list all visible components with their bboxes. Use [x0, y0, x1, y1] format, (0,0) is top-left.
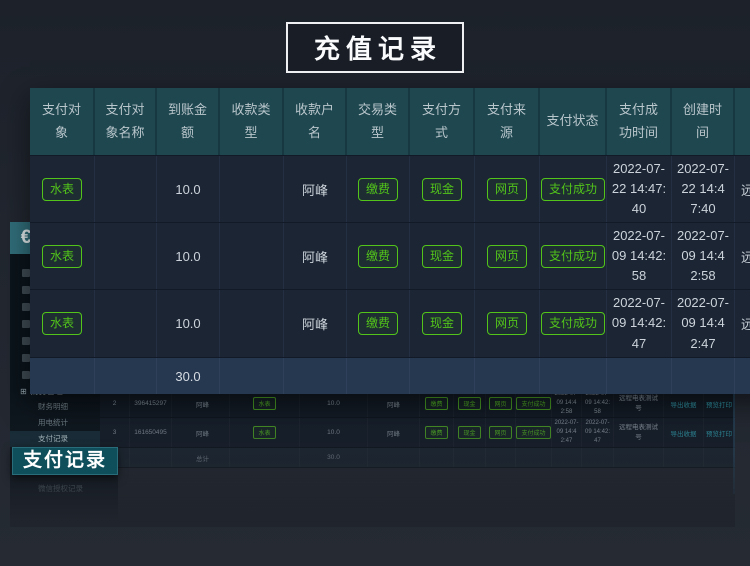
export-receipt-link[interactable]: 导出收据 [671, 428, 697, 438]
success-time: 2022-07-09 14:42:47 [552, 419, 581, 446]
receive-type-cell [220, 290, 284, 357]
preview-print-link[interactable]: 预览打印 [706, 428, 732, 438]
device-name: 远程电表测试号 [614, 394, 663, 412]
table-header-row: 支付对象 支付对象名称 到账金额 收款类型 收款户名 交易类型 支付方式 支付来… [30, 88, 750, 155]
table-row: 水表 10.0 阿峰 缴费 现金 网页 支付成功 2022-07-09 14:4… [30, 222, 750, 289]
success-time-cell: 2022-07-22 14:47:40 [607, 156, 672, 222]
meter-type-cell: 水表 [230, 390, 300, 417]
col-header-receive-type: 收款类型 [220, 88, 284, 155]
preview-print-link[interactable]: 预览打印 [706, 399, 732, 409]
total-label: 总计 [172, 448, 230, 467]
trade-type-tag: 缴费 [425, 397, 447, 410]
pay-status-tag: 支付成功 [541, 178, 605, 201]
pay-source-tag: 网页 [487, 245, 527, 268]
pay-status-tag: 支付成功 [541, 245, 605, 268]
col-header-pay-method: 支付方式 [410, 88, 475, 155]
page-title: 充值记录 [286, 22, 464, 73]
meter-type-tag: 水表 [253, 397, 275, 410]
device-name-cell: 远程电表测试号 [735, 223, 750, 289]
amount-cell: 10.0 [300, 390, 368, 417]
order-number: 161650495 [130, 418, 172, 447]
pay-method-tag: 现金 [422, 245, 462, 268]
background-table: 2 396415297 阿峰 水表 10.0 阿峰 缴费 现金 网页 支付成功 … [100, 390, 735, 468]
pay-status-tag: 支付成功 [516, 397, 550, 410]
table-row: 2 396415297 阿峰 水表 10.0 阿峰 缴费 现金 网页 支付成功 … [100, 390, 735, 418]
amount-cell: 10.0 [157, 156, 220, 222]
pay-method-tag: 现金 [422, 178, 462, 201]
receive-account-cell: 阿峰 [284, 290, 347, 357]
pay-object-tag: 水表 [42, 245, 82, 268]
pay-object-name-cell [95, 290, 157, 357]
payment-records-callout[interactable]: 支付记录 [12, 447, 118, 475]
recharge-records-table: 支付对象 支付对象名称 到账金额 收款类型 收款户名 交易类型 支付方式 支付来… [30, 88, 750, 394]
pay-object-tag: 水表 [42, 312, 82, 335]
receive-account-cell: 阿峰 [284, 223, 347, 289]
create-time-cell: 2022-07-22 14:47:40 [672, 156, 735, 222]
trade-type-tag: 缴费 [358, 178, 398, 201]
col-header-pay-object: 支付对象 [30, 88, 95, 155]
create-time: 2022-07-09 14:42:47 [582, 419, 613, 446]
payer-name: 阿峰 [172, 418, 230, 447]
pay-method-tag: 现金 [458, 426, 480, 439]
table-row: 水表 10.0 阿峰 缴费 现金 网页 支付成功 2022-07-09 14:4… [30, 289, 750, 357]
pay-object-tag: 水表 [42, 178, 82, 201]
pay-status-tag: 支付成功 [541, 312, 605, 335]
table-total-row: 总计 30.0 [100, 448, 735, 468]
finance-section-icon: ⊞ [20, 387, 27, 396]
success-time-cell: 2022-07-09 14:42:58 [607, 223, 672, 289]
pay-object-name-cell [95, 223, 157, 289]
account-name-cell: 阿峰 [368, 418, 420, 447]
col-header-trade-type: 交易类型 [347, 88, 410, 155]
account-name-cell: 阿峰 [368, 390, 420, 417]
page: 充值记录 € ⊞ 财务管理 ⌃ 财务明细 用电统计 支付记录 微信授权记录 [0, 0, 750, 566]
pay-source-tag: 网页 [487, 312, 527, 335]
create-time-cell: 2022-07-09 14:42:58 [672, 223, 735, 289]
pay-method-tag: 现金 [422, 312, 462, 335]
meter-type-tag: 水表 [253, 426, 275, 439]
receive-type-cell [220, 156, 284, 222]
col-header-pay-source: 支付来源 [475, 88, 540, 155]
table-row: 水表 10.0 阿峰 缴费 现金 网页 支付成功 2022-07-22 14:4… [30, 155, 750, 222]
amount-cell: 10.0 [157, 223, 220, 289]
col-header-create-time: 创建时间 [672, 88, 735, 155]
meter-type-cell: 水表 [230, 418, 300, 447]
pay-source-tag: 网页 [489, 397, 511, 410]
create-time-cell: 2022-07-09 14:42:47 [672, 290, 735, 357]
pay-method-tag: 现金 [458, 397, 480, 410]
col-header-amount: 到账金额 [157, 88, 220, 155]
amount-cell: 10.0 [300, 418, 368, 447]
trade-type-tag: 缴费 [358, 312, 398, 335]
pay-status-tag: 支付成功 [516, 426, 550, 439]
row-index: 2 [100, 390, 130, 417]
app-right-edge [733, 382, 735, 494]
device-name-cell: 远程电表测试号 [735, 290, 750, 357]
success-time-cell: 2022-07-09 14:42:47 [607, 290, 672, 357]
row-index: 3 [100, 418, 130, 447]
device-name: 远程电表测试号 [614, 423, 663, 441]
payer-name: 阿峰 [172, 390, 230, 417]
export-receipt-link[interactable]: 导出收据 [671, 399, 697, 409]
receive-type-cell [220, 223, 284, 289]
table-row: 3 161650495 阿峰 水表 10.0 阿峰 缴费 现金 网页 支付成功 … [100, 418, 735, 448]
pay-source-tag: 网页 [489, 426, 511, 439]
col-header-receive-account: 收款户名 [284, 88, 347, 155]
table-total-row: 30.0 [30, 357, 750, 394]
receive-account-cell: 阿峰 [284, 156, 347, 222]
trade-type-tag: 缴费 [425, 426, 447, 439]
col-header-pay-status: 支付状态 [540, 88, 607, 155]
trade-type-tag: 缴费 [358, 245, 398, 268]
pay-object-name-cell [95, 156, 157, 222]
sidebar-item-wechat-auth-records[interactable]: 微信授权记录 [10, 481, 118, 497]
total-amount: 30.0 [300, 448, 368, 467]
create-time: 2022-07-09 14:42:58 [582, 390, 613, 417]
order-number: 396415297 [130, 390, 172, 417]
col-header-success-time: 支付成功时间 [607, 88, 672, 155]
total-amount-cell: 30.0 [157, 358, 220, 394]
success-time: 2022-07-09 14:42:58 [552, 390, 581, 417]
device-name-cell: 远程电表测试号 [735, 156, 750, 222]
amount-cell: 10.0 [157, 290, 220, 357]
col-header-partial [735, 88, 750, 155]
pay-source-tag: 网页 [487, 178, 527, 201]
col-header-pay-object-name: 支付对象名称 [95, 88, 157, 155]
